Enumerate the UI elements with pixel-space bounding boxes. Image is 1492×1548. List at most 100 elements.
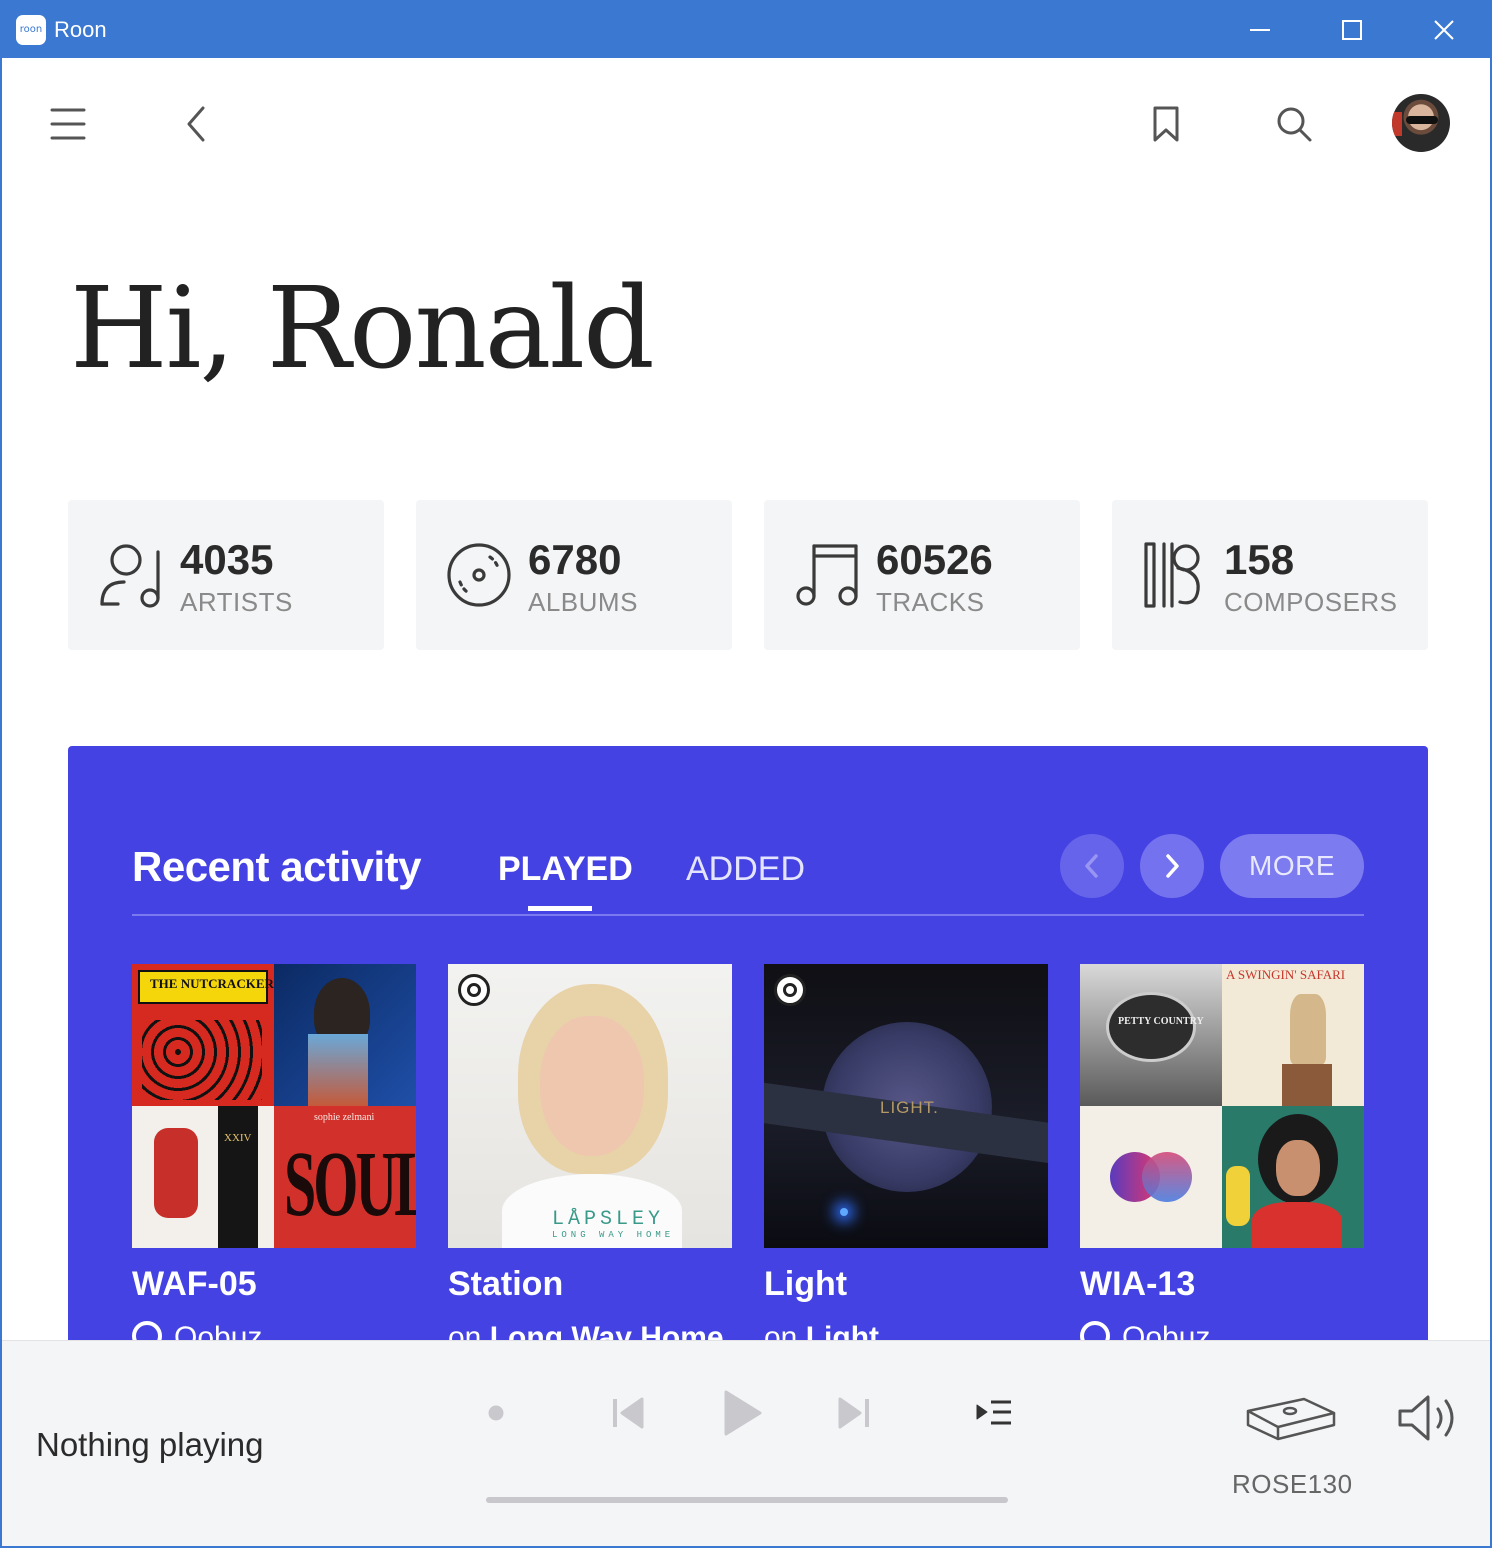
minimize-button[interactable] bbox=[1214, 2, 1306, 58]
album-cover: XXIV bbox=[132, 1106, 274, 1248]
cover-face bbox=[540, 1016, 644, 1156]
stat-card-artists[interactable]: 4035 ARTISTS bbox=[68, 500, 384, 650]
cover-figure bbox=[154, 1128, 198, 1218]
now-playing-text: Nothing playing bbox=[36, 1426, 264, 1463]
stat-label: COMPOSERS bbox=[1224, 587, 1398, 617]
stat-value: 4035 bbox=[180, 536, 274, 583]
stat-card-composers[interactable]: 158 COMPOSERS bbox=[1112, 500, 1428, 650]
zone-device-icon[interactable] bbox=[1242, 1393, 1342, 1445]
skip-back-icon bbox=[613, 1397, 644, 1429]
bookmark-icon[interactable] bbox=[1142, 100, 1190, 148]
album-cover: sophie zelmani SOUL bbox=[274, 1106, 416, 1248]
chevron-right-icon bbox=[1166, 854, 1179, 878]
cover-text: XXIV bbox=[224, 1132, 252, 1144]
previous-track-button[interactable] bbox=[602, 1389, 654, 1437]
recent-item[interactable]: LÅPSLEY LONG WAY HOME Station on Long Wa… bbox=[448, 964, 732, 1354]
greeting-title: Hi, Ronald bbox=[70, 264, 655, 394]
carousel-prev-button[interactable] bbox=[1060, 834, 1124, 898]
album-disc-icon bbox=[447, 543, 511, 607]
recent-item[interactable]: LIGHT. Light on Light bbox=[764, 964, 1048, 1354]
hamburger-menu-icon[interactable] bbox=[42, 100, 94, 148]
cover-text: LÅPSLEY bbox=[552, 1208, 665, 1231]
player-bar: Nothing playing ROSE130 bbox=[2, 1340, 1490, 1546]
album-cover bbox=[1080, 1106, 1222, 1248]
qobuz-badge-icon bbox=[458, 974, 490, 1006]
roon-logo-icon: roon bbox=[16, 15, 46, 45]
cover-figure bbox=[1282, 1064, 1332, 1106]
album-cover bbox=[1222, 1106, 1364, 1248]
stat-card-tracks[interactable]: 60526 TRACKS bbox=[764, 500, 1080, 650]
volume-icon[interactable] bbox=[1396, 1393, 1466, 1445]
composer-icon bbox=[1144, 542, 1200, 608]
app-window: roon Roon Hi, Ronald 4035 ARTISTS 6780 A… bbox=[0, 0, 1492, 1548]
album-cover bbox=[274, 964, 416, 1106]
zone-name[interactable]: ROSE130 bbox=[1232, 1467, 1353, 1501]
divider bbox=[132, 914, 1364, 916]
recent-activity-panel: Recent activity PLAYED ADDED MORE THE NU… bbox=[68, 746, 1428, 1366]
album-cover: THE NUTCRACKER bbox=[132, 964, 274, 1106]
album-cover: A SWINGIN' SAFARI bbox=[1222, 964, 1364, 1106]
carousel-next-button[interactable] bbox=[1140, 834, 1204, 898]
item-title[interactable]: Station bbox=[448, 1264, 563, 1304]
queue-button[interactable] bbox=[968, 1391, 1020, 1435]
minimize-icon bbox=[1250, 29, 1270, 31]
play-icon bbox=[724, 1390, 762, 1436]
chevron-left-icon bbox=[1085, 854, 1098, 878]
cover-text: THE NUTCRACKER bbox=[150, 976, 274, 991]
maximize-button[interactable] bbox=[1306, 2, 1398, 58]
recent-item[interactable]: THE NUTCRACKER XXIV sophie zelmani SOUL bbox=[132, 964, 416, 1354]
back-icon[interactable] bbox=[172, 100, 220, 148]
search-icon[interactable] bbox=[1270, 100, 1318, 148]
item-title[interactable]: WAF-05 bbox=[132, 1264, 257, 1304]
status-dot-icon bbox=[486, 1403, 506, 1423]
item-title[interactable]: Light bbox=[764, 1264, 847, 1304]
cover-face bbox=[1276, 1140, 1320, 1196]
close-icon bbox=[1434, 20, 1454, 40]
album-art[interactable]: LÅPSLEY LONG WAY HOME bbox=[448, 964, 732, 1248]
recent-activity-title: Recent activity bbox=[132, 843, 421, 890]
cover-circle bbox=[1142, 1152, 1192, 1202]
stat-value: 60526 bbox=[876, 536, 993, 583]
cover-figure bbox=[1290, 994, 1326, 1064]
album-art-mosaic[interactable]: PETTY COUNTRY A SWINGIN' SAFARI bbox=[1080, 964, 1364, 1248]
cover-text: SOUL bbox=[284, 1131, 416, 1236]
maximize-icon bbox=[1342, 20, 1362, 40]
title-bar: roon Roon bbox=[2, 2, 1490, 58]
avatar-detail bbox=[1406, 116, 1438, 124]
tab-played[interactable]: PLAYED bbox=[498, 848, 633, 890]
window-title: Roon bbox=[54, 17, 107, 42]
cover-figure bbox=[308, 1034, 368, 1106]
cover-text: sophie zelmani bbox=[314, 1112, 375, 1123]
stat-value: 158 bbox=[1224, 536, 1295, 583]
stat-label: ALBUMS bbox=[528, 587, 638, 617]
stat-value: 6780 bbox=[528, 536, 622, 583]
play-button[interactable] bbox=[710, 1379, 774, 1447]
stat-label: TRACKS bbox=[876, 587, 985, 617]
tab-added[interactable]: ADDED bbox=[686, 848, 805, 890]
skip-forward-icon bbox=[838, 1397, 869, 1429]
cover-figure bbox=[1226, 1166, 1250, 1226]
qobuz-badge-icon bbox=[774, 974, 806, 1006]
stat-card-albums[interactable]: 6780 ALBUMS bbox=[416, 500, 732, 650]
cover-text: PETTY COUNTRY bbox=[1118, 1016, 1204, 1027]
item-title[interactable]: WIA-13 bbox=[1080, 1264, 1195, 1304]
album-cover: PETTY COUNTRY bbox=[1080, 964, 1222, 1106]
music-note-icon bbox=[796, 544, 858, 606]
queue-list-icon bbox=[976, 1400, 1011, 1425]
active-tab-indicator bbox=[528, 906, 592, 911]
avatar-detail bbox=[1392, 112, 1402, 136]
cover-pattern bbox=[142, 1020, 262, 1100]
cover-text: LIGHT. bbox=[880, 1098, 939, 1117]
stat-label: ARTISTS bbox=[180, 587, 293, 617]
progress-bar[interactable] bbox=[486, 1497, 1008, 1503]
album-art[interactable]: LIGHT. bbox=[764, 964, 1048, 1248]
close-button[interactable] bbox=[1398, 2, 1490, 58]
next-track-button[interactable] bbox=[828, 1389, 880, 1437]
user-avatar[interactable] bbox=[1392, 94, 1450, 152]
recent-item[interactable]: PETTY COUNTRY A SWINGIN' SAFARI WIA-13 Q… bbox=[1080, 964, 1364, 1354]
album-art-mosaic[interactable]: THE NUTCRACKER XXIV sophie zelmani SOUL bbox=[132, 964, 416, 1248]
cover-light bbox=[840, 1208, 848, 1216]
cover-text: A SWINGIN' SAFARI bbox=[1226, 967, 1346, 982]
more-button[interactable]: MORE bbox=[1220, 834, 1364, 898]
cover-dress bbox=[1252, 1202, 1342, 1248]
